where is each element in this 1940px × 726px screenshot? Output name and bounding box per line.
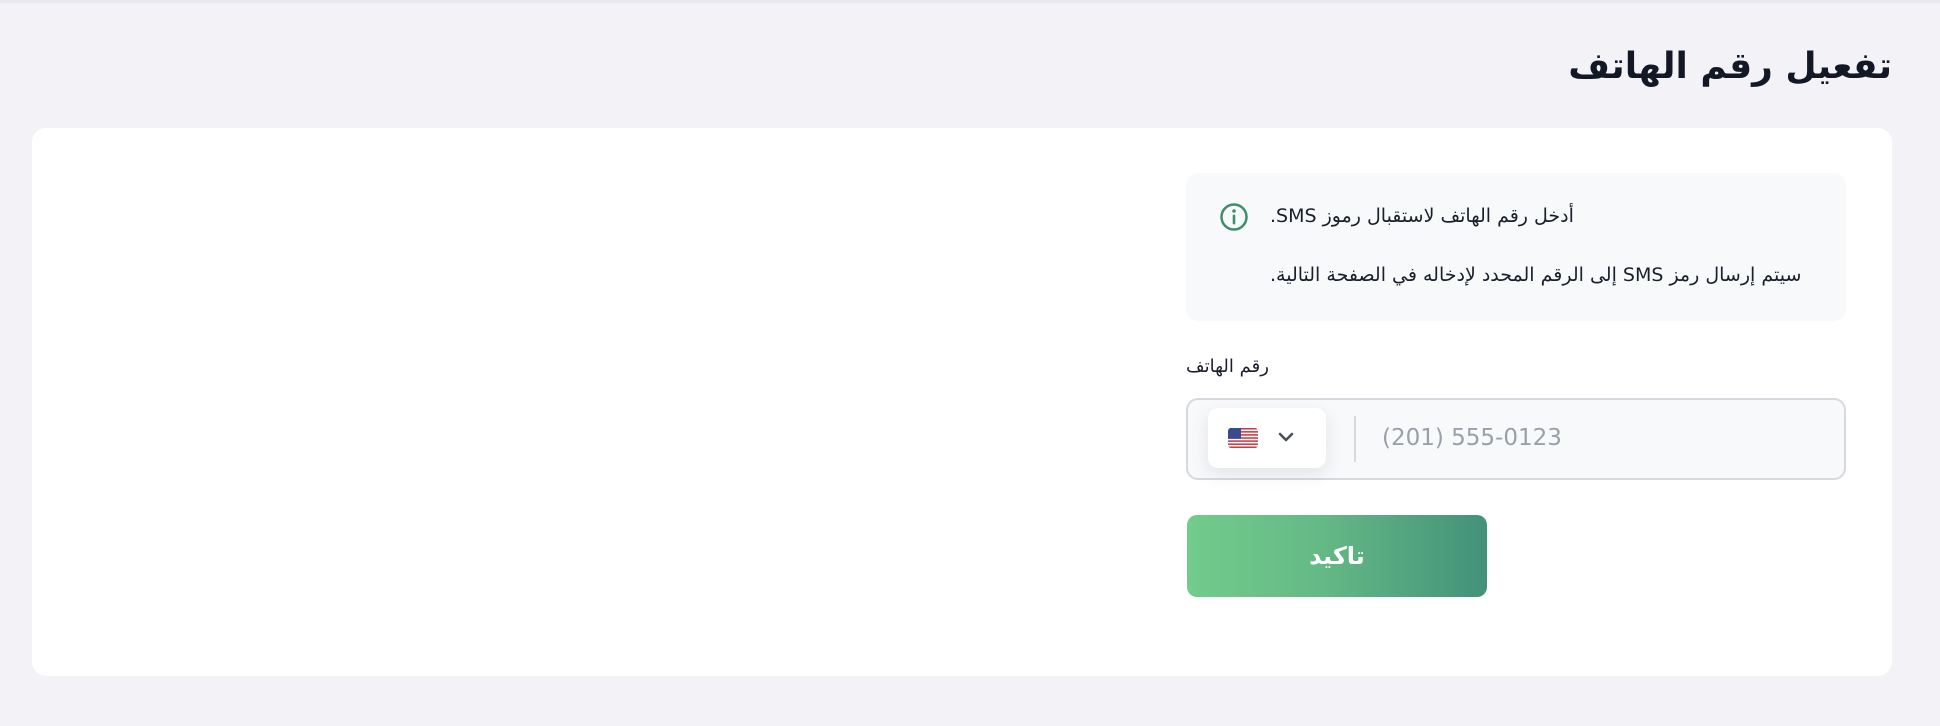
confirm-button[interactable]: تاكيد (1187, 515, 1487, 597)
info-text-line-2: سيتم إرسال رمز SMS إلى الرقم المحدد لإدخ… (1270, 264, 1802, 286)
info-icon (1220, 203, 1248, 231)
page-title: تفعيل رقم الهاتف (1568, 46, 1892, 87)
phone-field (1186, 398, 1846, 480)
phone-field-label: رقم الهاتف (1186, 356, 1269, 377)
country-selector[interactable] (1208, 408, 1326, 468)
info-box (1186, 173, 1846, 321)
phone-input[interactable] (1382, 410, 1822, 466)
us-flag-icon (1228, 428, 1258, 448)
field-divider (1354, 416, 1356, 462)
chevron-down-icon (1278, 432, 1294, 442)
info-text-line-1: أدخل رقم الهاتف لاستقبال رموز SMS. (1270, 205, 1574, 227)
